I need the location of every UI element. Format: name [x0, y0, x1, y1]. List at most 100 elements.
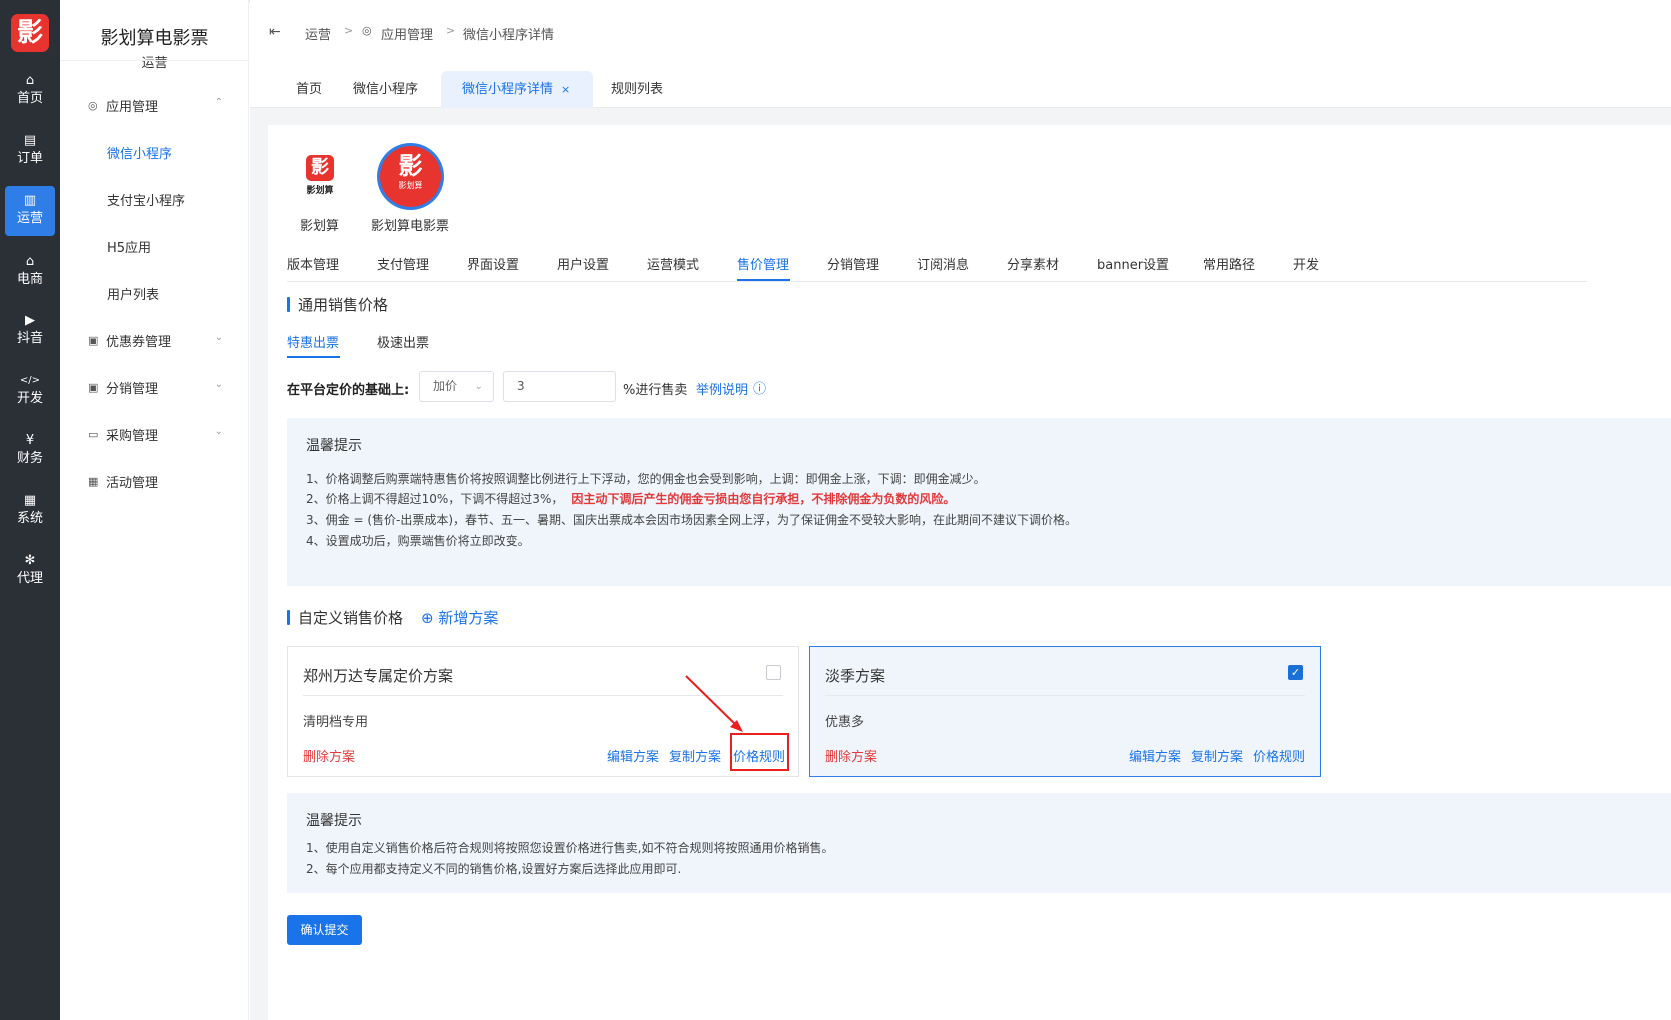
menu-group-distribution[interactable]: ▣ 分销管理 ⌄ [88, 377, 223, 397]
side-menu: 影划算电影票 运营 ◎ 应用管理 ⌃ 微信小程序 支付宝小程序 H5应用 用户列… [60, 0, 249, 1020]
tab-rule-list[interactable]: 规则列表 [599, 71, 675, 108]
tab-distribution[interactable]: 分销管理 [827, 254, 879, 273]
plan-card-2[interactable]: 淡季方案 ✓ 优惠多 删除方案 编辑方案 复制方案 价格规则 [809, 646, 1321, 777]
tab-common-paths[interactable]: 常用路径 [1203, 254, 1255, 273]
menu-group-activity[interactable]: ▦ 活动管理 [88, 471, 223, 491]
order-icon: ▤ [23, 133, 37, 148]
app-logo-selected[interactable]: 影 影划算 [377, 143, 444, 210]
menu-divider [60, 60, 249, 61]
tab-version[interactable]: 版本管理 [287, 254, 339, 273]
breadcrumb-item-current: 微信小程序详情 [463, 28, 555, 43]
tab-operation-mode[interactable]: 运营模式 [647, 254, 699, 273]
chevron-up-icon: ⌃ [214, 97, 223, 108]
tab-fast-ticket[interactable]: 极速出票 [377, 332, 429, 351]
section-title-general: 通用销售价格 [287, 294, 388, 315]
page-tabs: 首页 微信小程序 微信小程序详情 × 规则列表 [250, 60, 1671, 108]
copy-plan-link[interactable]: 复制方案 [1191, 746, 1243, 765]
rail-item-douyin[interactable]: ▶ 抖音 [5, 306, 55, 356]
rail-item-finance[interactable]: ¥ 财务 [5, 426, 55, 476]
store-icon: ⌂ [25, 254, 35, 269]
rail-item-system[interactable]: ▦ 系统 [5, 486, 55, 536]
tab-price-management[interactable]: 售价管理 [737, 254, 789, 273]
menu-subtitle: 运营 [141, 56, 168, 71]
collapse-menu-icon[interactable]: ⇤ [269, 24, 281, 40]
app-management-icon: ◎ [88, 98, 98, 112]
info-icon[interactable]: ⓘ [753, 378, 766, 397]
rail-item-agent[interactable]: ✻ 代理 [5, 546, 55, 596]
chevron-down-icon: ⌄ [214, 379, 223, 390]
price-adjust-select[interactable]: 加价 ⌄ [419, 371, 494, 402]
menu-item-wechat-miniprogram[interactable]: 微信小程序 [107, 143, 172, 162]
annotation-arrow [685, 675, 789, 771]
breadcrumb: ⇤ 运营 > ◎ 应用管理 > 微信小程序详情 [250, 0, 1671, 60]
settings-tabs: 版本管理 支付管理 界面设置 用户设置 运营模式 售价管理 分销管理 订阅消息 … [287, 248, 1587, 282]
tab-interface[interactable]: 界面设置 [467, 254, 519, 273]
video-icon: ▶ [25, 313, 35, 328]
app-name-1: 影划算 [300, 219, 340, 234]
menu-item-user-list[interactable]: 用户列表 [107, 284, 159, 303]
close-icon[interactable]: × [561, 83, 570, 96]
price-percent-input[interactable]: 3 [503, 371, 616, 402]
tab-discount-ticket[interactable]: 特惠出票 [287, 332, 339, 351]
delete-plan-link[interactable]: 删除方案 [825, 746, 877, 765]
app-logo-small[interactable]: 影 影划算 [304, 155, 336, 196]
tab-develop[interactable]: 开发 [1293, 254, 1319, 273]
tip-box-general: 温馨提示 1、价格调整后购票端特惠售价将按照调整比例进行上下浮动，您的佣金也会受… [287, 418, 1671, 586]
tab-share-assets[interactable]: 分享素材 [1007, 254, 1059, 273]
ticket-tab-underline [287, 356, 340, 358]
menu-item-h5-app[interactable]: H5应用 [107, 237, 151, 256]
tip-title: 温馨提示 [306, 438, 362, 454]
tab-payment[interactable]: 支付管理 [377, 254, 429, 273]
plan-title: 郑州万达专属定价方案 [303, 667, 454, 685]
agent-icon: ✻ [24, 553, 36, 568]
rail-item-ecommerce[interactable]: ⌂ 电商 [5, 247, 55, 297]
plan-desc: 清明档专用 [303, 715, 369, 730]
yen-icon: ¥ [25, 433, 35, 448]
coupon-icon: ▣ [88, 333, 99, 347]
menu-group-purchase[interactable]: ▭ 采购管理 ⌄ [88, 424, 223, 444]
menu-item-alipay-miniprogram[interactable]: 支付宝小程序 [107, 190, 185, 209]
plan-checkbox-checked[interactable]: ✓ [1288, 665, 1303, 680]
menu-title: 影划算电影票 [100, 28, 209, 49]
price-base-label: 在平台定价的基础上: [287, 383, 410, 398]
home-icon: ⌂ [25, 73, 35, 88]
activity-icon: ▦ [88, 474, 99, 488]
app-name-2: 影划算电影票 [371, 219, 450, 234]
code-icon: </> [19, 375, 41, 386]
tab-home[interactable]: 首页 [284, 71, 334, 108]
tab-banner[interactable]: banner设置 [1097, 254, 1169, 273]
delete-plan-link[interactable]: 删除方案 [303, 746, 355, 765]
tab-wechat-miniprogram-detail[interactable]: 微信小程序详情 × [441, 71, 593, 108]
breadcrumb-item-app-management[interactable]: 应用管理 [381, 24, 433, 43]
rail-item-develop[interactable]: </> 开发 [5, 366, 55, 416]
menu-group-app-management[interactable]: ◎ 应用管理 ⌃ [88, 95, 223, 115]
submit-button[interactable]: 确认提交 [287, 915, 362, 945]
active-tab-underline [737, 279, 790, 281]
tip-box-custom: 温馨提示 1、使用自定义销售价格后符合规则将按照您设置价格进行售卖,如不符合规则… [287, 793, 1671, 893]
section-title-custom: 自定义销售价格 [287, 607, 403, 628]
rail-item-operations[interactable]: ▥ 运营 [5, 186, 55, 236]
menu-group-coupons[interactable]: ▣ 优惠券管理 ⌄ [88, 330, 223, 350]
tab-wechat-miniprogram[interactable]: 微信小程序 [341, 71, 430, 108]
plan-title: 淡季方案 [825, 667, 886, 685]
tip-title: 温馨提示 [306, 813, 362, 829]
app-logo: 影 [11, 14, 49, 52]
chevron-down-icon: ⌄ [214, 332, 223, 343]
grid-icon: ▦ [23, 493, 37, 508]
chevron-down-icon: ⌄ [474, 381, 483, 392]
tab-subscription[interactable]: 订阅消息 [917, 254, 969, 273]
tab-user-settings[interactable]: 用户设置 [557, 254, 609, 273]
distribution-icon: ▣ [88, 380, 99, 394]
plan-desc: 优惠多 [825, 715, 865, 730]
rail-item-home[interactable]: ⌂ 首页 [5, 66, 55, 116]
warning-text: 因主动下调后产生的佣金亏损由您自行承担，不排除佣金为负数的风险。 [571, 492, 956, 506]
example-link[interactable]: 举例说明 [696, 379, 748, 398]
breadcrumb-item-operations[interactable]: 运营 [305, 24, 331, 43]
edit-plan-link[interactable]: 编辑方案 [1129, 746, 1181, 765]
add-plan-button[interactable]: ⊕ 新增方案 [421, 607, 498, 628]
rail-item-orders[interactable]: ▤ 订单 [5, 126, 55, 176]
percent-suffix: %进行售卖 [623, 383, 688, 398]
edit-plan-link[interactable]: 编辑方案 [607, 746, 659, 765]
price-rule-link[interactable]: 价格规则 [1253, 746, 1305, 765]
app-management-icon: ◎ [362, 24, 372, 37]
